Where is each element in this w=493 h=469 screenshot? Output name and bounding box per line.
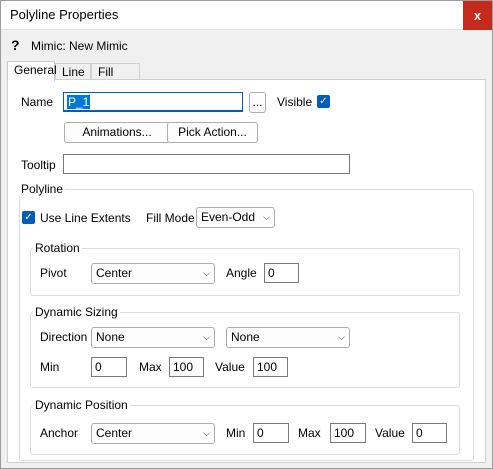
direction-select-2[interactable]: None ⌵ xyxy=(226,327,350,348)
direction-select-1[interactable]: None ⌵ xyxy=(91,327,215,348)
pick-action-button[interactable]: Pick Action... xyxy=(167,122,258,143)
position-max-input[interactable]: 100 xyxy=(330,423,366,443)
chevron-down-icon: ⌵ xyxy=(203,268,210,278)
anchor-select[interactable]: Center ⌵ xyxy=(91,423,215,444)
tooltip-label: Tooltip xyxy=(21,158,56,172)
dynamic-sizing-group-title: Dynamic Sizing xyxy=(33,305,120,319)
visible-checkbox[interactable]: ✓ xyxy=(317,95,330,108)
chevron-down-icon: ⌵ xyxy=(338,332,345,342)
name-input-value: P_1 xyxy=(67,95,91,109)
position-min-input[interactable]: 0 xyxy=(253,423,289,443)
chevron-down-icon: ⌵ xyxy=(203,332,210,342)
name-label: Name xyxy=(21,95,54,109)
position-min-label: Min xyxy=(226,426,246,440)
rotation-group: Rotation Pivot Center ⌵ Angle 0 xyxy=(30,241,460,296)
close-icon: x xyxy=(473,8,482,23)
sizing-min-input[interactable]: 0 xyxy=(91,357,127,377)
position-value-label: Value xyxy=(375,426,405,440)
angle-label: Angle xyxy=(226,266,257,280)
tooltip-input[interactable] xyxy=(63,154,350,174)
name-input[interactable]: P_1 xyxy=(63,92,243,112)
fill-mode-select[interactable]: Even-Odd ⌵ xyxy=(196,207,275,228)
pivot-label: Pivot xyxy=(40,266,67,280)
animations-button[interactable]: Animations... xyxy=(64,122,170,143)
rotation-group-title: Rotation xyxy=(33,241,82,255)
general-tab-panel: Name P_1 ... Visible ✓ Animations... Pic… xyxy=(7,79,486,463)
sizing-max-label: Max xyxy=(139,360,162,374)
polyline-properties-dialog: Polyline Properties x ? Mimic: New Mimic… xyxy=(0,0,493,469)
title-bar: Polyline Properties x xyxy=(1,1,492,30)
close-button[interactable]: x xyxy=(463,1,492,30)
position-value-input[interactable]: 0 xyxy=(412,423,447,443)
anchor-value: Center xyxy=(96,426,133,440)
tab-fill[interactable]: Fill xyxy=(91,63,140,80)
position-max-label: Max xyxy=(298,426,321,440)
sizing-value-input[interactable]: 100 xyxy=(253,357,288,377)
chevron-down-icon: ⌵ xyxy=(203,428,210,438)
help-icon[interactable]: ? xyxy=(11,37,20,53)
fill-mode-value: Even-Odd xyxy=(201,210,256,224)
pivot-value: Center xyxy=(96,266,133,280)
dynamic-sizing-group: Dynamic Sizing Direction None ⌵ None ⌵ M… xyxy=(30,305,460,388)
visible-label: Visible xyxy=(277,95,313,109)
sizing-value-label: Value xyxy=(215,360,245,374)
browse-button[interactable]: ... xyxy=(249,92,266,113)
pivot-select[interactable]: Center ⌵ xyxy=(91,263,215,284)
polyline-group: Polyline ✓ Use Line Extents Fill Mode Ev… xyxy=(19,182,474,461)
chevron-down-icon: ⌵ xyxy=(263,212,270,222)
use-line-extents-checkbox[interactable]: ✓ xyxy=(22,211,35,224)
tab-general[interactable]: General xyxy=(7,61,57,81)
tab-line[interactable]: Line xyxy=(55,63,91,80)
direction-label: Direction xyxy=(40,330,88,344)
direction-2-value: None xyxy=(231,330,260,344)
polyline-group-title: Polyline xyxy=(19,182,66,196)
dynamic-position-group: Dynamic Position Anchor Center ⌵ Min 0 M… xyxy=(30,398,460,455)
use-line-extents-label: Use Line Extents xyxy=(40,211,131,225)
direction-1-value: None xyxy=(96,330,125,344)
mimic-label: Mimic: New Mimic xyxy=(31,39,128,53)
dynamic-position-group-title: Dynamic Position xyxy=(33,398,130,412)
sizing-max-input[interactable]: 100 xyxy=(169,357,204,377)
anchor-label: Anchor xyxy=(40,426,79,440)
fill-mode-label: Fill Mode xyxy=(146,211,195,225)
window-title: Polyline Properties xyxy=(10,7,119,22)
angle-input[interactable]: 0 xyxy=(264,263,299,283)
sizing-min-label: Min xyxy=(40,360,60,374)
